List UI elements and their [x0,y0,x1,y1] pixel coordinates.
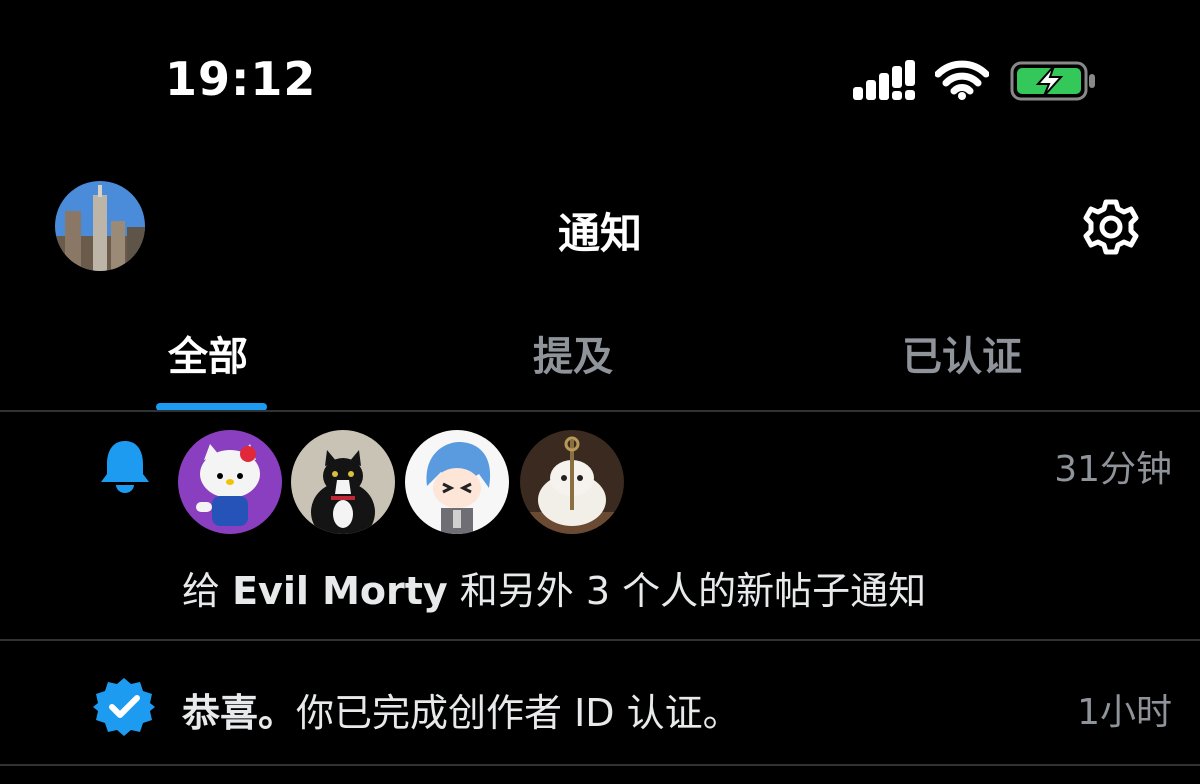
notification-text: 恭喜。你已完成创作者 ID 认证。 [182,682,741,737]
cellular-signal-icon [853,60,915,100]
tab-mentions[interactable]: 提及 [533,324,613,382]
battery-charging-icon [1010,61,1095,101]
notification-text-prefix: 给 [182,569,233,613]
anime-avatar[interactable] [405,430,509,534]
row-divider [0,639,1200,641]
page-title: 通知 [557,209,642,258]
notification-title: 恭喜。 [182,691,297,735]
tab-verified[interactable]: 已认证 [902,324,1022,382]
notification-time: 1小时 [1077,692,1172,733]
notification-text: 给 Evil Morty 和另外 3 个人的新帖子通知 [182,560,926,615]
bell-icon [101,441,149,493]
hello-kitty-avatar[interactable] [178,430,282,534]
notification-message: 你已完成创作者 ID 认证。 [296,691,741,735]
notification-text-suffix: 和另外 3 个人的新帖子通知 [447,569,927,613]
gear-icon[interactable] [1082,198,1140,256]
wifi-icon [935,60,989,100]
notification-user-name[interactable]: Evil Morty [232,569,448,613]
tab-all[interactable]: 全部 [168,324,248,382]
cat-avatar[interactable] [291,430,395,534]
status-time: 19:12 [165,52,317,106]
tab-divider [0,410,1200,412]
verified-badge-icon [93,678,155,736]
notification-time: 31分钟 [1054,449,1172,490]
hamster-avatar[interactable] [520,430,624,534]
row-divider [0,764,1200,766]
